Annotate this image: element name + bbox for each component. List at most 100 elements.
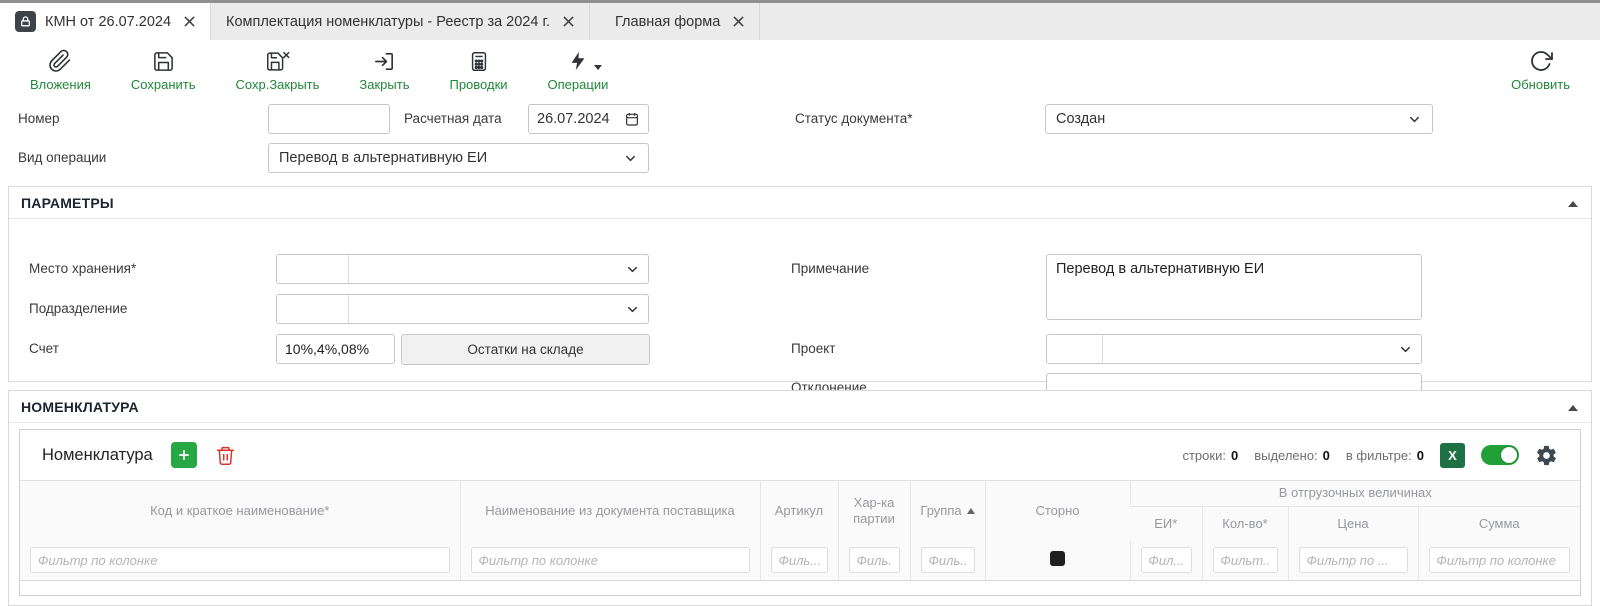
department-combo	[276, 294, 649, 324]
button-label: Закрыть	[359, 77, 409, 92]
close-button[interactable]: Закрыть	[359, 49, 409, 92]
tab-main-form[interactable]: Главная форма	[600, 3, 760, 40]
column-header-code[interactable]: Код и краткое наименование*	[20, 481, 460, 541]
button-label: Вложения	[30, 77, 91, 92]
account-input[interactable]	[276, 334, 395, 364]
nomenclature-grid-panel: Номенклатура строки: 0 выделено: 0	[19, 429, 1581, 596]
filter-input-price[interactable]	[1299, 547, 1408, 573]
department-code-input[interactable]	[277, 295, 349, 323]
button-label: Сохранить	[131, 77, 196, 92]
button-label: Сохр.Закрыть	[236, 77, 320, 92]
note-label: Примечание	[791, 261, 869, 276]
tab-registry[interactable]: Комплектация номенклатуры - Реестр за 20…	[211, 3, 590, 40]
operation-kind-select[interactable]: Перевод в альтернативную ЕИ	[268, 143, 649, 173]
column-header-unit[interactable]: ЕИ*	[1130, 507, 1202, 541]
tab-close-icon[interactable]	[563, 16, 574, 27]
grid-toolbar-right: строки: 0 выделено: 0 в фильтре: 0 X	[1182, 443, 1558, 468]
project-combo	[1046, 334, 1422, 364]
operation-kind-label: Вид операции	[18, 150, 106, 165]
tab-close-icon[interactable]	[733, 16, 744, 27]
filter-input-supplier-name[interactable]	[471, 547, 750, 573]
parameters-body: Место хранения* Подразделение Счет Остат…	[9, 219, 1591, 382]
column-header-batch[interactable]: Хар-ка партии	[838, 481, 910, 541]
tab-document[interactable]: КМН от 26.07.2024	[0, 3, 211, 40]
number-input[interactable]	[268, 104, 390, 134]
button-label: Проводки	[449, 77, 507, 92]
main-toolbar: Вложения Сохранить Сохр.Закрыть Зак	[0, 42, 1600, 98]
column-header-storno[interactable]: Сторно	[985, 481, 1130, 541]
grid-title: Номенклатура	[42, 446, 153, 465]
lightning-icon	[567, 49, 589, 73]
attachments-button[interactable]: Вложения	[30, 49, 91, 92]
storno-filter-checkbox[interactable]	[1050, 551, 1065, 566]
storage-label: Место хранения*	[29, 261, 136, 276]
filter-input-sum[interactable]	[1429, 547, 1571, 573]
filter-input-unit[interactable]	[1141, 547, 1192, 573]
parameters-section: ПАРАМЕТРЫ Место хранения* Подразделение …	[8, 186, 1592, 382]
operations-button[interactable]: Операции	[548, 49, 609, 92]
group-header-shipping-units: В отгрузочных величинах	[1130, 481, 1580, 507]
chevron-down-icon	[1407, 112, 1422, 127]
paperclip-icon	[48, 49, 72, 73]
selected-count-label: выделено:	[1254, 448, 1317, 463]
tab-label: КМН от 26.07.2024	[45, 14, 171, 30]
note-textarea[interactable]: Перевод в альтернативную ЕИ	[1046, 254, 1422, 320]
parameters-title: ПАРАМЕТРЫ	[21, 195, 114, 211]
floppy-icon	[152, 49, 175, 73]
selected-count-value: 0	[1323, 448, 1330, 463]
empty-grid-body	[20, 581, 1580, 595]
tab-close-icon[interactable]	[184, 16, 195, 27]
calc-date-label: Расчетная дата	[404, 111, 502, 126]
column-header-quantity[interactable]: Кол-во*	[1202, 507, 1288, 541]
button-label: Обновить	[1511, 77, 1570, 92]
filtered-count-value: 0	[1417, 448, 1424, 463]
grid-settings-button[interactable]	[1535, 444, 1558, 467]
filtered-count: в фильтре: 0	[1346, 448, 1424, 463]
delete-row-button[interactable]	[215, 445, 236, 466]
filtered-count-label: в фильтре:	[1346, 448, 1412, 463]
save-close-button[interactable]: Сохр.Закрыть	[236, 49, 320, 92]
grid-toolbar: Номенклатура строки: 0 выделено: 0	[20, 430, 1580, 480]
department-select[interactable]	[349, 295, 648, 323]
filter-input-quantity[interactable]	[1213, 547, 1278, 573]
operation-kind-value: Перевод в альтернативную ЕИ	[279, 150, 623, 166]
calc-date-input[interactable]: 26.07.2024	[528, 104, 649, 134]
column-header-sum[interactable]: Сумма	[1418, 507, 1580, 541]
column-header-supplier-name[interactable]: Наименование из документа поставщика	[460, 481, 760, 541]
rows-count-value: 0	[1231, 448, 1238, 463]
filter-input-batch[interactable]	[849, 547, 900, 573]
stock-balance-button[interactable]: Остатки на складе	[401, 334, 650, 365]
add-row-button[interactable]	[171, 442, 197, 468]
export-excel-button[interactable]: X	[1440, 443, 1465, 468]
status-select[interactable]: Создан	[1045, 104, 1433, 134]
column-header-group[interactable]: Группа	[910, 481, 985, 541]
project-select[interactable]	[1103, 335, 1421, 363]
filter-input-code[interactable]	[30, 547, 450, 573]
postings-button[interactable]: Проводки	[449, 49, 507, 92]
column-header-article[interactable]: Артикул	[760, 481, 838, 541]
nomenclature-section: НОМЕНКЛАТУРА Номенклатура строки: 0	[8, 390, 1592, 606]
project-code-input[interactable]	[1047, 335, 1103, 363]
refresh-button[interactable]: Обновить	[1511, 49, 1570, 92]
filter-toggle[interactable]	[1481, 445, 1519, 465]
nomenclature-header: НОМЕНКЛАТУРА	[9, 391, 1591, 423]
filter-input-article[interactable]	[771, 547, 828, 573]
storage-select[interactable]	[349, 255, 648, 283]
storage-code-input[interactable]	[277, 255, 349, 283]
nomenclature-title: НОМЕНКЛАТУРА	[21, 399, 139, 415]
column-header-price[interactable]: Цена	[1288, 507, 1418, 541]
collapse-icon[interactable]	[1567, 401, 1579, 419]
save-button[interactable]: Сохранить	[131, 49, 196, 92]
refresh-icon	[1529, 49, 1553, 73]
exit-icon	[373, 49, 396, 73]
collapse-icon[interactable]	[1567, 197, 1579, 215]
tab-label: Главная форма	[615, 14, 720, 30]
number-label: Номер	[18, 111, 60, 126]
trash-icon	[215, 445, 236, 466]
status-value: Создан	[1056, 111, 1407, 127]
filter-input-group[interactable]	[921, 547, 975, 573]
calendar-icon[interactable]	[624, 111, 640, 127]
toggle-knob	[1501, 447, 1517, 463]
floppy-close-icon	[265, 49, 290, 73]
document-lock-icon	[15, 11, 36, 32]
